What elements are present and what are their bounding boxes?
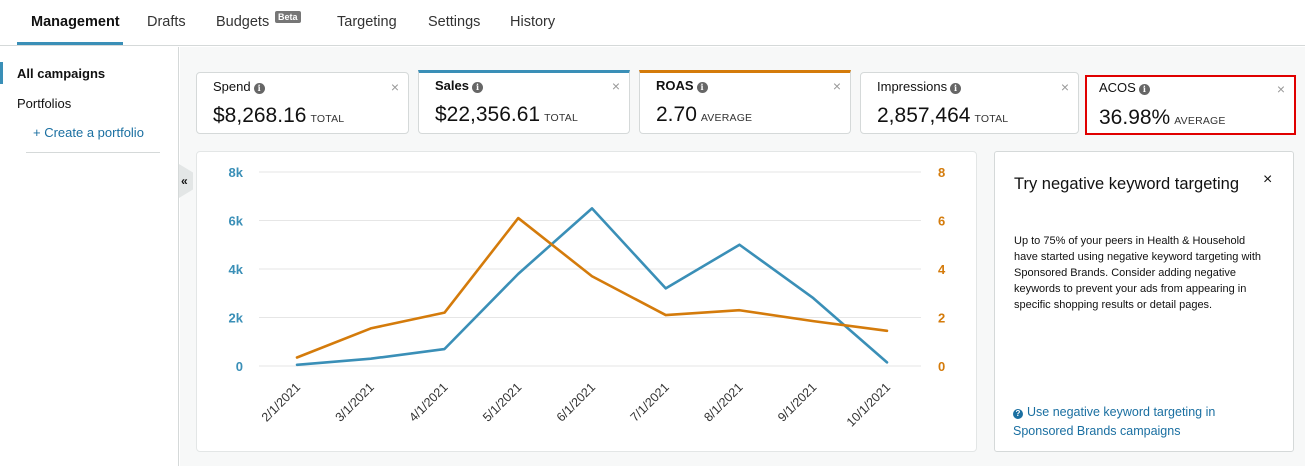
x-tick-label: 2/1/2021 [259, 380, 303, 424]
top-tab-bar: Management Drafts Budgets Beta Targeting… [0, 0, 1305, 46]
x-tick-label: 10/1/2021 [844, 380, 893, 429]
x-tick-label: 3/1/2021 [333, 380, 377, 424]
y-left-tick-label: 2k [229, 311, 244, 326]
metric-label: Impressions [877, 79, 948, 94]
metric-unit: TOTAL [544, 112, 578, 124]
tab-management[interactable]: Management [31, 14, 120, 30]
metric-name-roas: ROAS i [656, 78, 708, 93]
info-icon[interactable]: i [253, 83, 265, 94]
close-icon[interactable]: × [1061, 79, 1069, 95]
info-icon[interactable]: i [471, 82, 483, 93]
metric-value: 36.98% [1099, 106, 1171, 129]
metric-card-sales[interactable]: Sales i × $22,356.61 TOTAL [418, 70, 630, 134]
x-tick-label: 4/1/2021 [406, 380, 450, 424]
sidebar: All campaigns Portfolios + Create a port… [0, 47, 179, 466]
sidebar-item-all-campaigns[interactable]: All campaigns [17, 66, 105, 81]
x-tick-label: 7/1/2021 [628, 380, 672, 424]
close-icon[interactable]: × [1277, 81, 1285, 97]
y-right-tick-label: 4 [938, 262, 946, 277]
close-icon[interactable]: × [612, 78, 620, 94]
line-chart-svg: 0 2k 4k 6k 8k 0 2 4 6 8 2/1/2021 3/1/2021 4/1/2021 5/… [229, 165, 946, 429]
metric-name-impressions: Impressions i [877, 79, 962, 94]
y-right-tick-label: 8 [938, 165, 945, 180]
sidebar-item-portfolios[interactable]: Portfolios [17, 96, 71, 111]
metric-unit: TOTAL [310, 113, 345, 125]
metric-card-impressions[interactable]: Impressions i × 2,857,464 TOTAL [860, 72, 1079, 134]
tab-targeting[interactable]: Targeting [337, 14, 397, 30]
metric-value: 2.70 [656, 103, 697, 126]
metric-value-acos: 36.98% AVERAGE [1099, 106, 1226, 130]
promo-link-text: Use negative keyword targeting in Sponso… [1013, 405, 1216, 438]
close-icon[interactable]: × [1263, 171, 1272, 189]
metric-name-sales: Sales i [435, 78, 483, 93]
metric-label: Spend [213, 79, 251, 94]
metric-value: 2,857,464 [877, 104, 971, 127]
y-right-tick-label: 6 [938, 214, 945, 229]
sidebar-active-indicator [0, 62, 3, 84]
metric-unit: AVERAGE [1174, 115, 1226, 127]
y-left-tick-label: 0 [236, 359, 243, 374]
double-chevron-left-icon: « [181, 174, 188, 188]
promo-title: Try negative keyword targeting [1014, 175, 1239, 193]
x-tick-label: 9/1/2021 [775, 380, 819, 424]
sales-series-line [295, 207, 889, 367]
performance-chart: 0 2k 4k 6k 8k 0 2 4 6 8 2/1/2021 3/1/2021 4/1/2021 5/… [196, 151, 977, 452]
create-portfolio-link[interactable]: + Create a portfolio [33, 125, 144, 140]
negative-keyword-link[interactable]: ? Use negative keyword targeting in Spons… [1013, 403, 1273, 441]
metric-unit: AVERAGE [700, 112, 753, 124]
metric-value-spend: $8,268.16 TOTAL [213, 104, 344, 128]
beta-badge: Beta [275, 11, 301, 23]
close-icon[interactable]: × [833, 78, 841, 94]
y-right-tick-label: 2 [938, 311, 945, 326]
info-icon[interactable]: i [696, 82, 708, 93]
sidebar-divider [26, 152, 160, 153]
negative-keyword-promo-card: Try negative keyword targeting × Up to 7… [994, 151, 1294, 452]
y-left-tick-label: 6k [229, 214, 244, 229]
y-left-tick-label: 8k [229, 165, 244, 180]
info-icon[interactable]: i [1138, 84, 1150, 95]
y-left-tick-label: 4k [229, 262, 244, 277]
tab-history[interactable]: History [510, 14, 555, 30]
metric-card-roas[interactable]: ROAS i × 2.70 AVERAGE [639, 70, 851, 134]
info-icon[interactable]: i [950, 83, 962, 94]
metric-value: $22,356.61 [435, 103, 541, 126]
help-icon: ? [1013, 409, 1023, 419]
metric-label: ACOS [1099, 80, 1136, 95]
metric-unit: TOTAL [974, 113, 1009, 125]
close-icon[interactable]: × [391, 79, 399, 95]
metric-value: $8,268.16 [213, 104, 307, 127]
x-tick-label: 5/1/2021 [480, 380, 524, 424]
tab-budgets[interactable]: Budgets [216, 14, 269, 30]
metric-value-sales: $22,356.61 TOTAL [435, 103, 578, 127]
tab-drafts[interactable]: Drafts [147, 14, 186, 30]
promo-body: Up to 75% of your peers in Health & Hous… [1014, 235, 1262, 311]
x-tick-label: 6/1/2021 [554, 380, 598, 424]
metric-label: ROAS [656, 78, 694, 93]
metric-value-roas: 2.70 AVERAGE [656, 103, 752, 127]
metric-name-spend: Spend i [213, 79, 265, 94]
metric-card-spend[interactable]: Spend i × $8,268.16 TOTAL [196, 72, 409, 134]
x-tick-label: 8/1/2021 [701, 380, 745, 424]
tab-settings[interactable]: Settings [428, 14, 480, 30]
y-right-tick-label: 0 [938, 359, 945, 374]
metric-value-impressions: 2,857,464 TOTAL [877, 104, 1008, 128]
metric-card-acos[interactable]: ACOS i × 36.98% AVERAGE [1085, 75, 1296, 135]
metric-name-acos: ACOS i [1099, 80, 1150, 95]
active-tab-indicator [17, 42, 123, 45]
metric-label: Sales [435, 78, 469, 93]
